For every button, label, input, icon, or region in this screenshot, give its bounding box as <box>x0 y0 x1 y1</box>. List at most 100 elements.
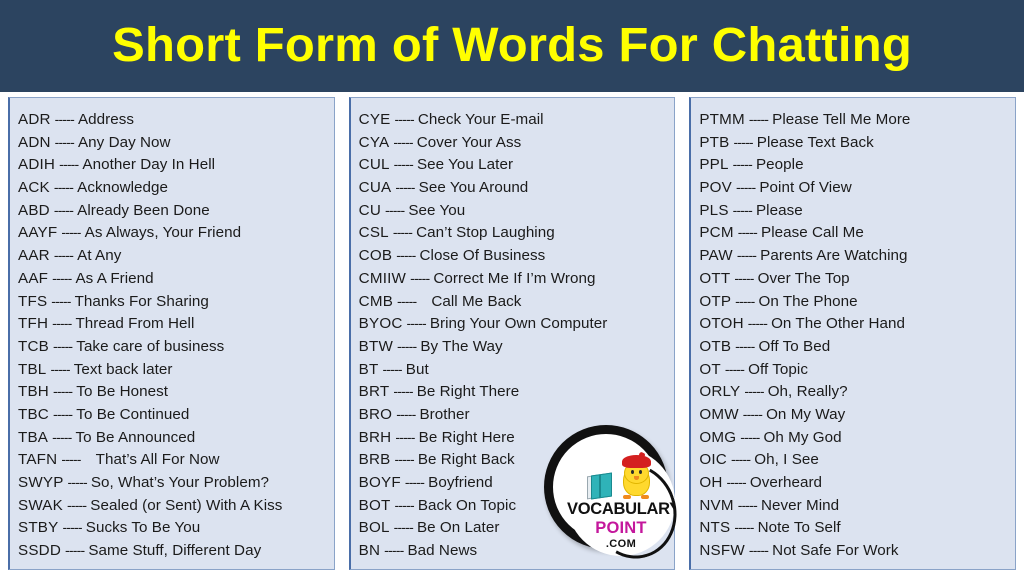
abbreviation-row: OTB ----- Off To Bed <box>699 335 1011 358</box>
abbreviation-row: TCB ----- Take care of business <box>18 335 330 358</box>
abbreviation-term: PTMM <box>699 111 745 128</box>
abbreviation-meaning: Another Day In Hell <box>82 156 216 174</box>
abbreviation-term: OTOH <box>699 315 744 333</box>
abbreviation-meaning: Cover Your Ass <box>416 133 522 151</box>
abbreviation-row: AAF ----- As A Friend <box>18 267 330 290</box>
abbreviation-meaning: Over The Top <box>757 269 850 287</box>
abbreviation-row: PPL ----- People <box>699 153 1011 176</box>
abbreviation-separator: ----- <box>62 519 82 536</box>
abbreviation-separator: ----- <box>61 451 81 468</box>
abbreviation-meaning: Any Day Now <box>77 133 171 151</box>
abbreviation-row: SWAK ----- Sealed (or Sent) With A Kiss <box>18 494 330 517</box>
abbreviation-term: TBH <box>18 383 49 401</box>
abbreviation-separator: ----- <box>732 156 753 173</box>
abbreviation-separator: ----- <box>742 405 763 422</box>
abbreviation-row: CYA ----- Cover Your Ass <box>359 131 671 154</box>
abbreviation-separator: ----- <box>736 247 757 264</box>
abbreviation-separator: ----- <box>730 451 751 468</box>
abbreviation-row: OT ----- Off Topic <box>699 358 1011 381</box>
abbreviation-separator: ----- <box>735 292 755 309</box>
abbreviation-separator: ----- <box>395 179 415 196</box>
abbreviation-row: PLS ----- Please <box>699 199 1011 222</box>
abbreviation-term: ABD <box>18 201 50 219</box>
abbreviation-term: BOL <box>358 519 390 537</box>
abbreviation-term: CU <box>358 201 382 219</box>
abbreviation-meaning: Already Been Done <box>77 201 210 219</box>
abbreviation-row: NSFW ----- Not Safe For Work <box>699 539 1011 562</box>
abbreviation-term: OIC <box>699 451 727 469</box>
abbreviation-meaning: To Be Continued <box>76 405 190 423</box>
abbreviation-term: ADN <box>18 133 51 151</box>
abbreviation-meaning: Parents Are Watching <box>760 247 908 265</box>
abbreviation-row: CUA ----- See You Around <box>359 176 671 199</box>
abbreviation-separator: ----- <box>397 337 417 354</box>
abbreviation-row: POV ----- Point Of View <box>699 176 1011 199</box>
abbreviation-row: ADR ----- Address <box>18 108 330 131</box>
abbreviation-separator: ----- <box>53 179 74 196</box>
abbreviation-term: BRT <box>358 383 390 401</box>
abbreviation-term: TFS <box>18 292 48 310</box>
abbreviation-meaning: Not Safe For Work <box>772 542 899 560</box>
abbreviation-meaning: Bring Your Own Computer <box>429 315 608 333</box>
abbreviation-meaning: Back On Topic <box>417 496 517 514</box>
abbreviation-separator: ----- <box>385 201 405 218</box>
abbreviation-term: TFH <box>18 315 49 333</box>
abbreviation-term: SWYP <box>18 474 64 491</box>
abbreviation-meaning: Be Right There <box>416 383 520 401</box>
abbreviation-term: CUL <box>358 156 390 174</box>
abbreviation-column-1: ADR ----- Address ADN ----- Any Day Now ADIH --… <box>8 97 335 570</box>
abbreviation-separator: ----- <box>394 111 415 127</box>
abbreviation-term: TCB <box>18 337 49 355</box>
abbreviation-row: TFH ----- Thread From Hell <box>18 312 330 335</box>
abbreviation-meaning: As Always, Your Friend <box>84 224 242 242</box>
abbreviation-term: CYA <box>358 133 390 151</box>
abbreviation-term: CMIIW <box>358 269 407 287</box>
abbreviation-term: ACK <box>18 179 50 197</box>
abbreviation-separator: ----- <box>51 292 71 309</box>
abbreviation-meaning: Oh, I See <box>754 451 819 469</box>
abbreviation-separator: ----- <box>65 542 85 559</box>
abbreviation-term: SSDD <box>18 542 61 560</box>
abbreviation-term: STBY <box>18 519 59 537</box>
abbreviation-term: OTP <box>699 292 732 310</box>
abbreviation-meaning: Address <box>77 111 135 128</box>
abbreviation-row: TBA ----- To Be Announced <box>18 426 330 449</box>
abbreviation-separator: ----- <box>393 156 414 173</box>
abbreviation-separator: ----- <box>52 383 73 400</box>
abbreviation-separator: ----- <box>406 315 427 332</box>
abbreviation-row: ABD ----- Already Been Done <box>18 199 330 222</box>
abbreviation-term: TAFN <box>18 451 58 469</box>
abbreviation-term: TBA <box>18 428 49 446</box>
abbreviation-separator: ----- <box>744 383 764 400</box>
abbreviation-meaning: That’s All For Now <box>95 451 220 469</box>
abbreviation-row: PAW ----- Parents Are Watching <box>699 244 1011 267</box>
abbreviation-meaning: Sucks To Be You <box>85 519 201 537</box>
abbreviation-term: OMW <box>699 405 739 423</box>
abbreviation-term: NSFW <box>699 542 745 560</box>
abbreviation-meaning: Can’t Stop Laughing <box>416 224 555 242</box>
abbreviation-term: SWAK <box>18 496 63 514</box>
abbreviation-meaning: Sealed (or Sent) With A Kiss <box>90 496 283 514</box>
abbreviation-row: CMB ----- Call Me Back <box>359 290 671 313</box>
abbreviation-meaning: By The Way <box>420 337 503 355</box>
abbreviation-meaning: Please Tell Me More <box>772 111 911 128</box>
abbreviation-meaning: Bad News <box>407 542 478 560</box>
abbreviation-meaning: So, What’s Your Problem? <box>90 474 270 491</box>
abbreviation-term: OMG <box>699 428 737 446</box>
abbreviation-row: PTB ----- Please Text Back <box>699 131 1011 154</box>
abbreviation-meaning: Boyfriend <box>428 474 493 491</box>
abbreviation-term: BYOC <box>358 315 403 333</box>
vocabulary-point-logo[interactable]: VOCABULARY POINT .COM <box>538 419 689 570</box>
abbreviation-row: TAFN ----- That’s All For Now <box>18 448 330 471</box>
chick-beret-nub <box>639 452 645 458</box>
abbreviation-meaning: Please <box>755 201 803 219</box>
abbreviation-term: BRB <box>358 451 391 469</box>
abbreviation-term: PCM <box>699 224 734 242</box>
abbreviation-separator: ----- <box>393 133 413 150</box>
abbreviation-meaning: Thanks For Sharing <box>74 292 209 310</box>
abbreviation-term: OTT <box>699 269 731 287</box>
abbreviation-row: TBC ----- To Be Continued <box>18 403 330 426</box>
abbreviation-term: AAYF <box>18 224 58 242</box>
abbreviation-term: CMB <box>358 292 394 310</box>
abbreviation-row: AAR ----- At Any <box>18 244 330 267</box>
